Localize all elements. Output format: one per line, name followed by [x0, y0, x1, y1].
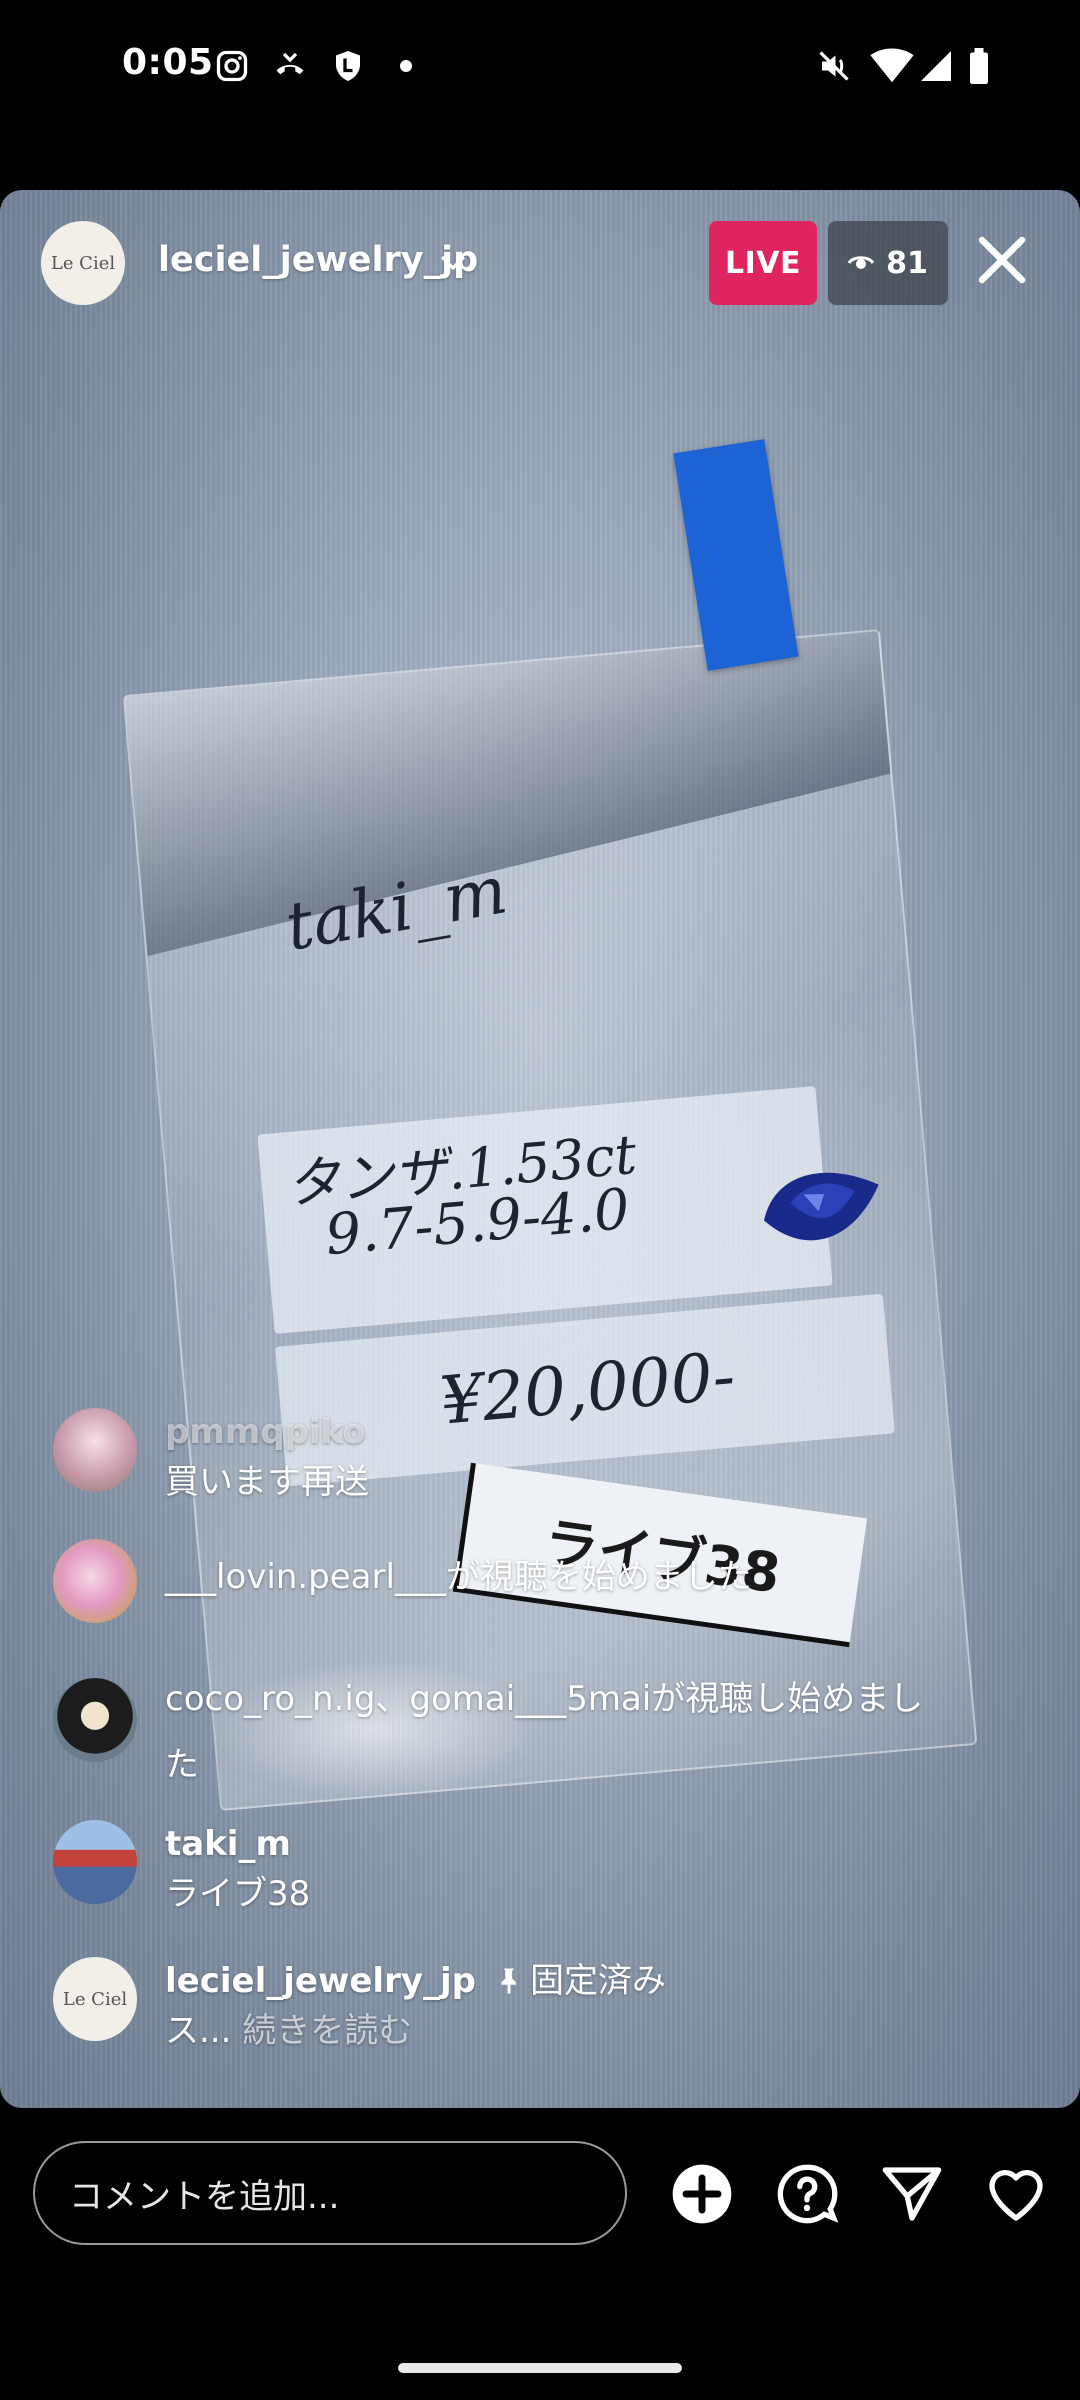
commenter-avatar[interactable]: Le Ciel: [53, 1957, 137, 2041]
instagram-icon: [216, 50, 248, 82]
battery-icon: [970, 48, 988, 84]
question-icon[interactable]: [775, 2162, 839, 2226]
commenter-avatar[interactable]: [53, 1820, 137, 1904]
join-notice-text: coco_ro_n.ig、gomai___5maiが視聴し始めました: [165, 1679, 924, 1785]
comment-text: ス...: [165, 2011, 232, 2051]
commenter-username[interactable]: leciel_jewelry_jp: [165, 1961, 476, 2001]
comment-input[interactable]: コメントを追加...: [33, 2141, 627, 2245]
pin-icon: [501, 1968, 516, 1994]
comment-placeholder: コメントを追加...: [69, 2176, 340, 2217]
mute-icon: [819, 51, 849, 81]
pinned-comment-header: leciel_jewelry_jp 固定済み: [165, 1957, 1025, 2005]
shield-l-icon: [336, 51, 360, 81]
comment-list: pmmqpiko 買います再送 ___lovin.pearl___が視聴を始めま…: [0, 190, 1080, 2108]
live-video[interactable]: taki_m タンザ.1.53ct 9.7-5.9-4.0 ¥20,000- ラ…: [0, 190, 1080, 2108]
add-icon[interactable]: [670, 2162, 734, 2226]
pinned-label: 固定済み: [530, 1961, 666, 2001]
comment-text: ライブ38: [165, 1874, 311, 1914]
join-notice-text: ___lovin.pearl___が視聴を始めました: [165, 1557, 752, 1597]
heart-icon[interactable]: [984, 2162, 1048, 2226]
commenter-avatar[interactable]: [53, 1678, 137, 1762]
wifi-icon: [870, 48, 914, 83]
home-indicator[interactable]: [398, 2363, 682, 2373]
signal-icon: [921, 51, 951, 81]
comment-text: 買います再送: [165, 1462, 369, 1502]
read-more-link[interactable]: 続きを読む: [242, 2011, 412, 2051]
host-logo-small: Le Ciel: [62, 1988, 128, 2010]
commenter-avatar[interactable]: [53, 1539, 137, 1623]
status-bar: 0:05: [0, 0, 1080, 130]
commenter-username[interactable]: taki_m: [165, 1820, 1025, 1868]
commenter-avatar[interactable]: [53, 1408, 137, 1492]
status-time: 0:05: [122, 42, 214, 83]
commenter-username[interactable]: pmmqpiko: [165, 1408, 1025, 1456]
send-icon[interactable]: [880, 2162, 944, 2226]
call-forward-icon: [276, 52, 304, 75]
dot-icon: [400, 60, 412, 72]
